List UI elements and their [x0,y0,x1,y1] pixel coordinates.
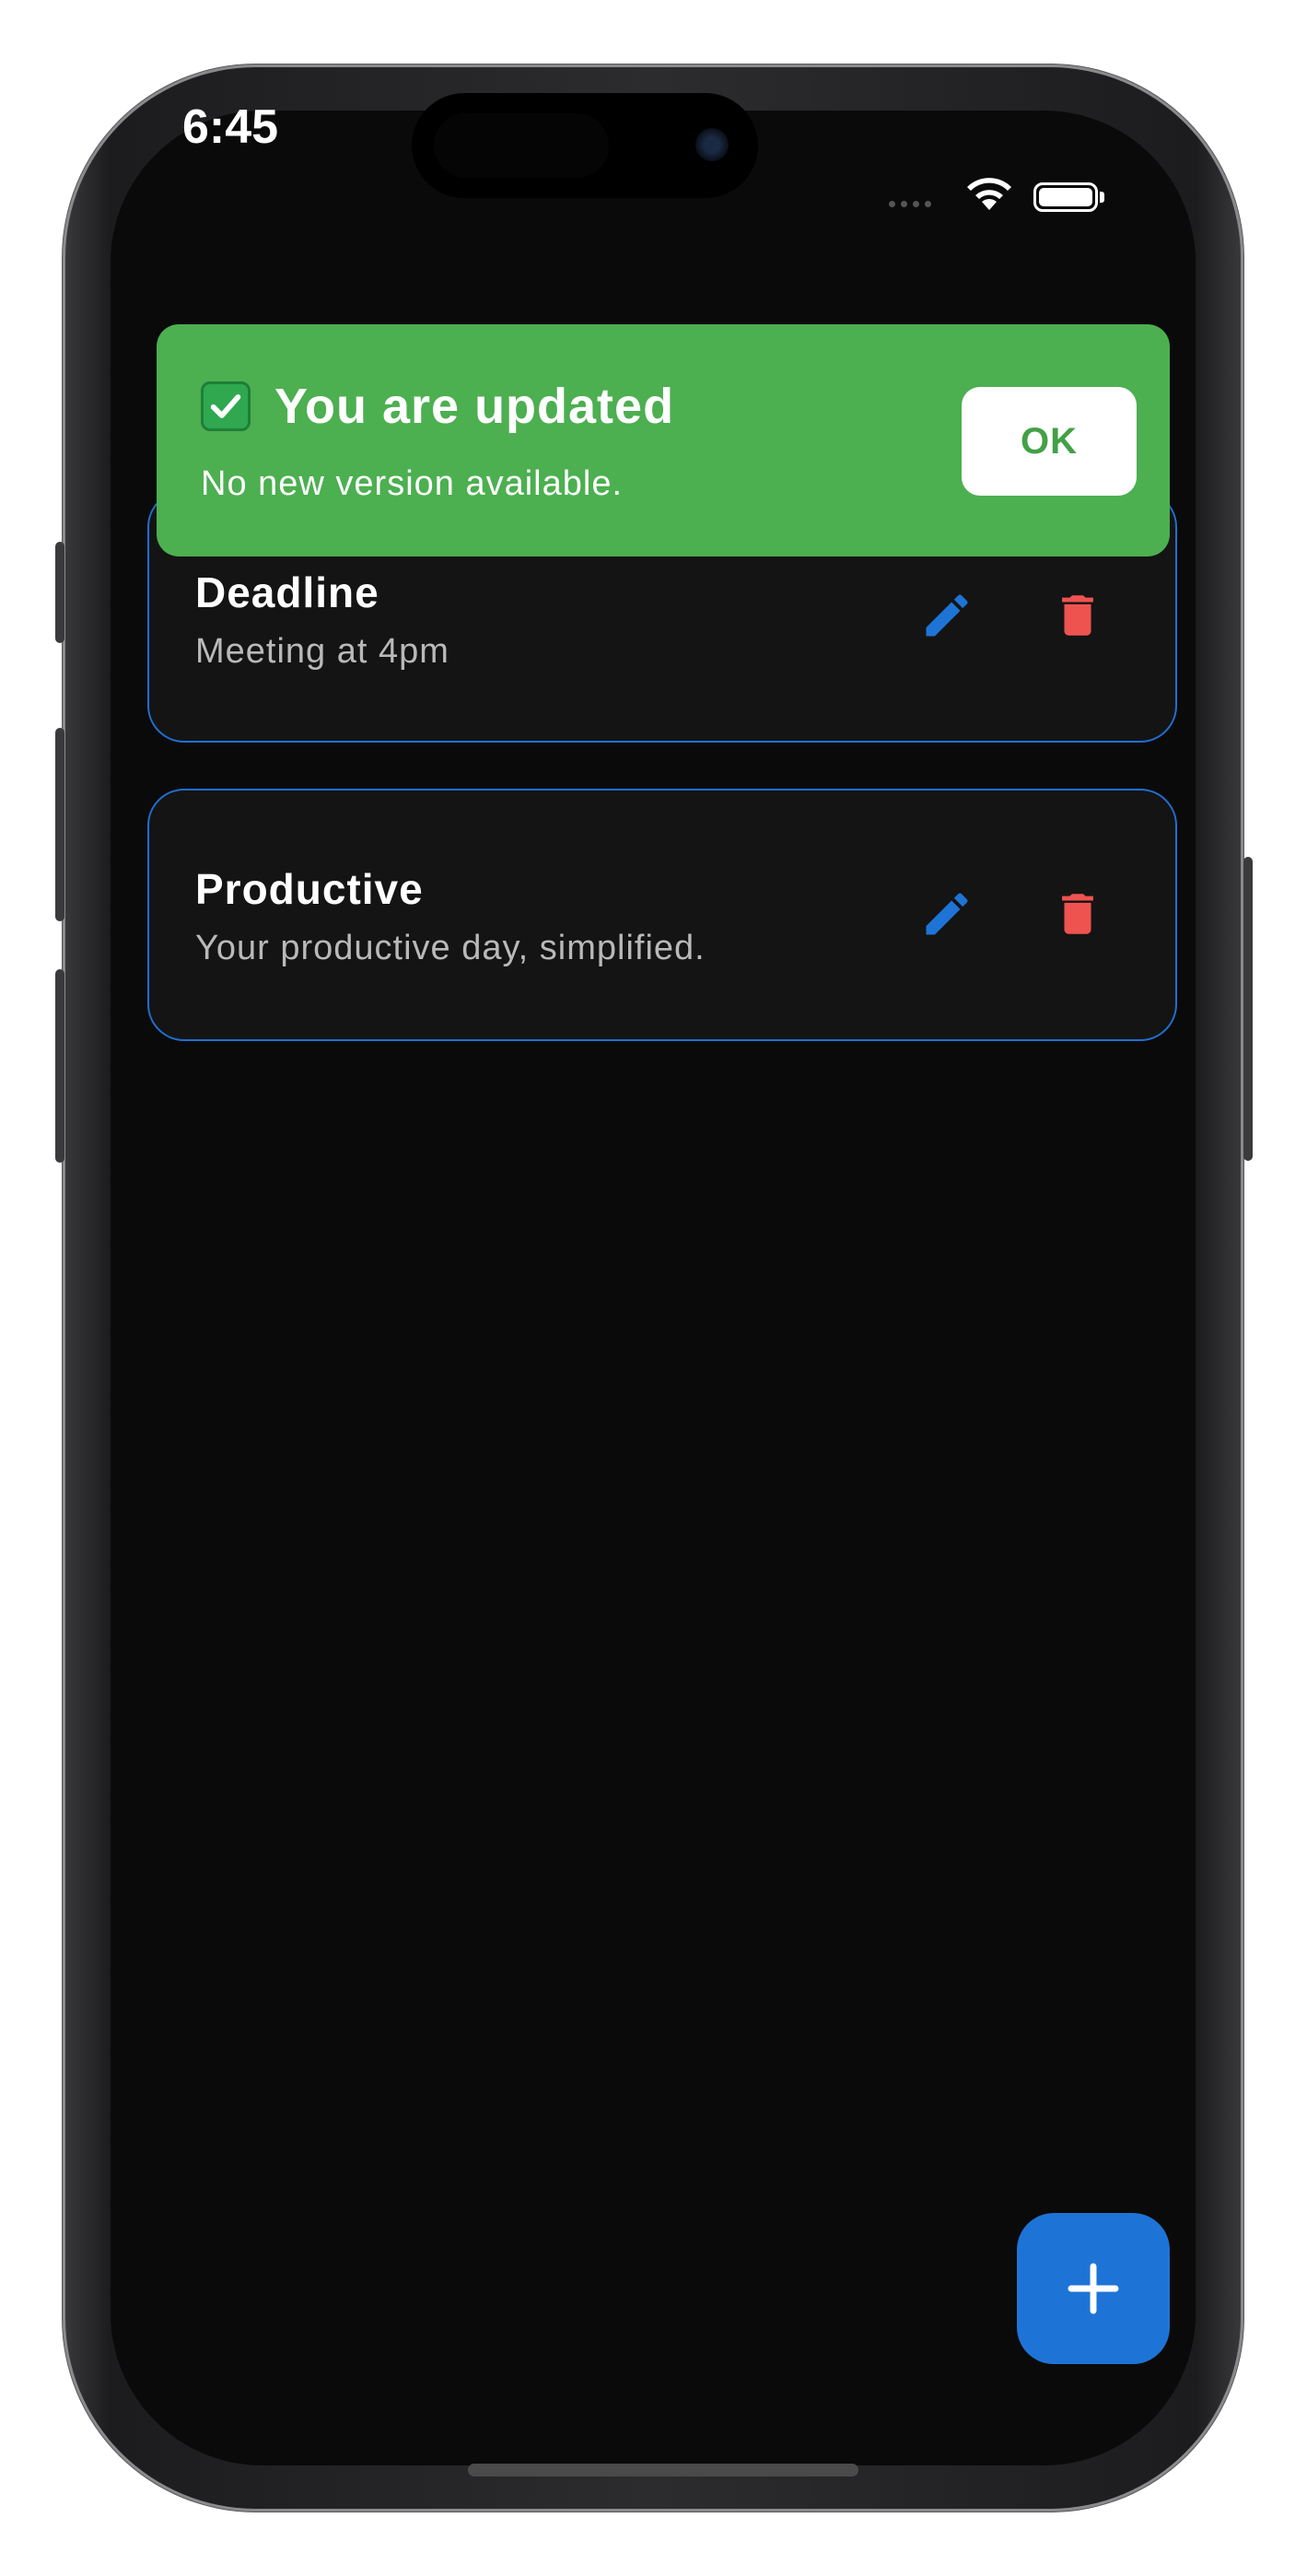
note-subtitle: Your productive day, simplified. [195,929,706,967]
check-icon [201,381,251,431]
battery-icon [1033,182,1098,212]
trash-icon [1062,595,1093,636]
note-title: Deadline [195,568,379,616]
action-button [55,542,64,643]
cellular-signal-icon [889,201,931,207]
power-button [1243,857,1253,1161]
volume-up-button [55,728,64,921]
edit-button[interactable] [910,877,984,951]
status-time: 6:45 [181,100,279,154]
toast-title: You are updated [274,379,675,434]
delete-button[interactable] [1041,579,1114,652]
volume-down-button [55,969,64,1163]
note-title: Productive [195,865,424,913]
ok-button[interactable]: OK [962,387,1137,496]
note-card[interactable]: Productive Your productive day, simplifi… [147,789,1177,1041]
dynamic-island [412,93,758,198]
home-indicator[interactable] [468,2464,858,2476]
add-note-button[interactable] [1017,2213,1170,2364]
pencil-icon [926,893,968,935]
wifi-icon [967,178,1011,210]
update-toast: You are updated No new version available… [157,324,1170,556]
plus-icon [1068,2263,1119,2314]
trash-icon [1062,894,1093,934]
toast-message: No new version available. [201,464,624,503]
delete-button[interactable] [1041,877,1114,951]
note-subtitle: Meeting at 4pm [195,632,449,671]
pencil-icon [926,594,968,637]
edit-button[interactable] [910,579,984,652]
camera-icon [695,128,729,161]
